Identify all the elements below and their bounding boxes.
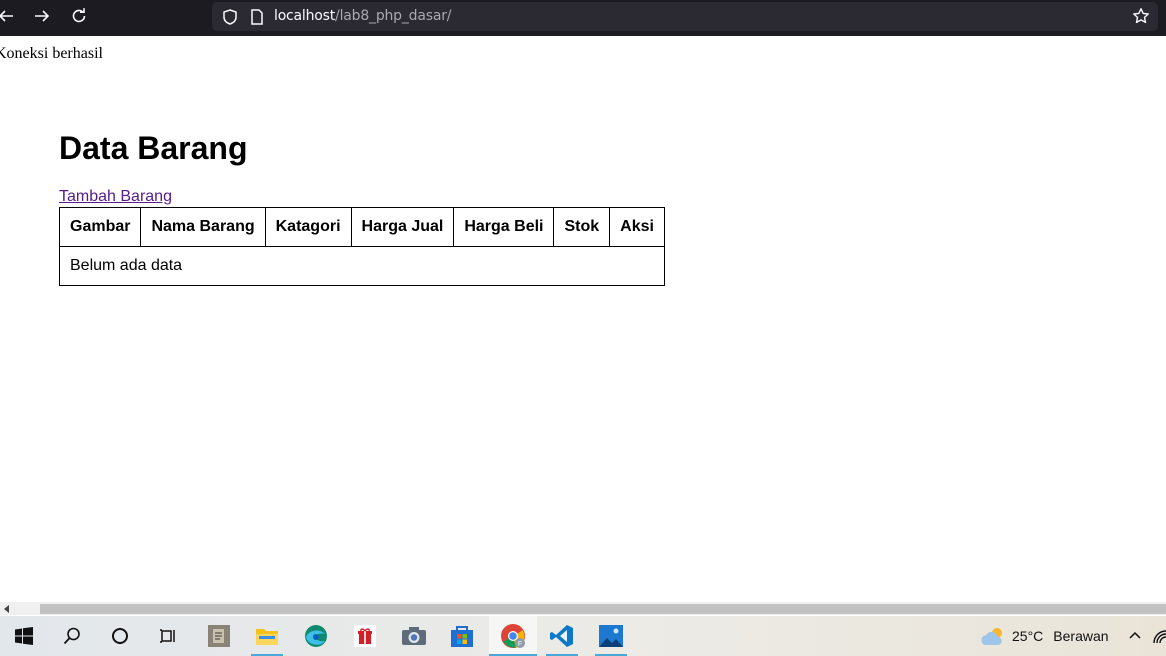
address-bar[interactable]: localhost/lab8_php_dasar/ <box>212 2 1158 31</box>
cloud-sun-icon <box>981 628 1002 645</box>
start-icon <box>15 627 33 645</box>
photos-icon <box>599 625 623 647</box>
reload-button[interactable] <box>65 4 93 28</box>
page-content: Koneksi berhasil Data Barang Tambah Bara… <box>0 36 1166 602</box>
column-header-nama-barang: Nama Barang <box>140 207 266 247</box>
shield-icon[interactable] <box>221 8 239 26</box>
forward-button[interactable] <box>28 4 56 28</box>
back-arrow-icon <box>0 10 13 22</box>
browser-toolbar: localhost/lab8_php_dasar/ <box>0 0 1166 36</box>
camera-icon <box>402 627 426 645</box>
column-header-harga-beli: Harga Beli <box>453 207 555 247</box>
file-explorer-icon <box>256 629 278 645</box>
table-header-row: Gambar Nama Barang Katagori Harga Jual H… <box>58 207 665 247</box>
taskbar-vscode[interactable] <box>538 616 586 656</box>
search-icon <box>63 627 80 645</box>
chevron-up-icon[interactable] <box>1128 628 1142 642</box>
empty-message: Belum ada data <box>59 246 665 286</box>
column-header-gambar: Gambar <box>58 207 142 247</box>
svg-text:F: F <box>518 641 522 648</box>
url-text[interactable]: localhost/lab8_php_dasar/ <box>274 8 451 24</box>
vscode-icon <box>550 625 573 647</box>
connection-status: Koneksi berhasil <box>0 45 103 62</box>
scroll-left-icon[interactable] <box>4 605 10 613</box>
column-header-katagori: Katagori <box>264 207 352 247</box>
content-container: Data Barang Tambah Barang Gambar Nama Ba… <box>58 128 665 286</box>
reload-icon <box>72 8 86 23</box>
taskbar-file-explorer[interactable] <box>243 616 291 656</box>
cortana-button[interactable] <box>96 616 144 656</box>
taskbar-camera[interactable] <box>390 616 438 656</box>
task-view-icon <box>160 629 175 643</box>
task-view-button[interactable] <box>144 616 192 656</box>
weather-condition: Berawan <box>1053 628 1109 644</box>
page-title: Data Barang <box>59 130 248 166</box>
items-table: Gambar Nama Barang Katagori Harga Jual H… <box>58 207 665 286</box>
column-header-harga-jual: Harga Jual <box>350 207 455 247</box>
back-button[interactable] <box>0 4 20 28</box>
weather-temperature: 25°C <box>1012 628 1044 644</box>
bookmark-star-icon[interactable] <box>1132 7 1150 25</box>
page-info-icon[interactable] <box>248 8 266 26</box>
network-icon[interactable] <box>1152 627 1166 645</box>
horizontal-scrollbar[interactable] <box>0 602 1166 615</box>
store-icon <box>451 626 473 647</box>
column-header-aksi: Aksi <box>609 207 665 247</box>
url-host: localhost <box>274 8 336 24</box>
start-button[interactable] <box>0 616 48 656</box>
add-item-link[interactable]: Tambah Barang <box>59 188 172 206</box>
taskbar-chrome[interactable]: F <box>489 616 537 656</box>
gift-app-icon <box>354 625 376 647</box>
forward-arrow-icon <box>35 10 50 22</box>
app-icon <box>208 625 230 647</box>
column-header-stok: Stok <box>553 207 611 247</box>
taskbar-app-1[interactable] <box>195 616 243 656</box>
chrome-icon: F <box>501 624 525 648</box>
table-row: Belum ada data <box>59 246 665 286</box>
search-button[interactable] <box>48 616 96 656</box>
taskbar-store[interactable] <box>438 616 486 656</box>
taskbar-photos[interactable] <box>587 616 635 656</box>
weather-widget[interactable]: 25°C Berawan <box>980 616 1109 656</box>
cortana-icon <box>112 628 128 644</box>
url-path: /lab8_php_dasar/ <box>335 8 452 24</box>
taskbar-edge[interactable] <box>292 616 340 656</box>
taskbar: F 25°C Berawan <box>0 616 1166 656</box>
taskbar-gift-app[interactable] <box>341 616 389 656</box>
edge-icon <box>305 625 327 647</box>
scrollbar-thumb[interactable] <box>40 604 1166 614</box>
